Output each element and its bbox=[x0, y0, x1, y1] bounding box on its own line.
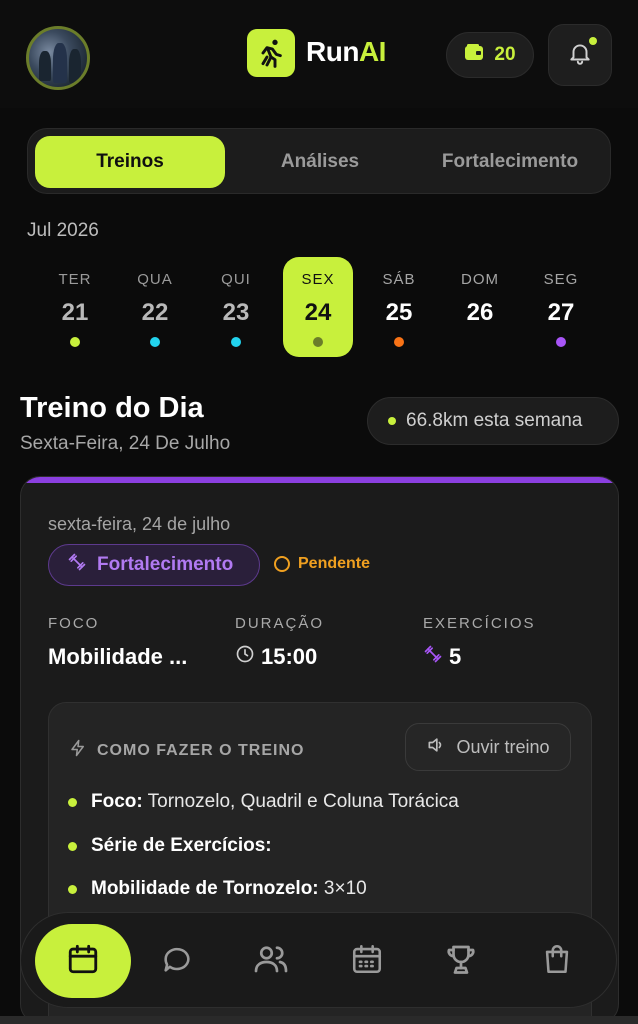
stat-exercises: EXERCÍCIOS 5 bbox=[423, 615, 536, 670]
bottom-navigation bbox=[20, 912, 617, 1008]
main-tabs: Treinos Análises Fortalecimento bbox=[27, 128, 611, 194]
day-number: 27 bbox=[547, 299, 575, 326]
nav-shop[interactable] bbox=[519, 913, 595, 1009]
day-name: SEG bbox=[543, 271, 579, 288]
avatar[interactable] bbox=[26, 26, 90, 90]
day-number: 22 bbox=[141, 299, 169, 326]
calendar-day-22[interactable]: QUA 22 bbox=[120, 257, 190, 357]
workout-date: sexta-feira, 24 de julho bbox=[48, 514, 231, 534]
wallet-icon bbox=[464, 43, 484, 67]
day-status-dot bbox=[313, 337, 323, 347]
list-item: Série de Exercícios: bbox=[68, 835, 272, 857]
calendar-day-24[interactable]: SEX 24 bbox=[283, 257, 353, 357]
stat-label: FOCO bbox=[48, 615, 100, 632]
notifications-button[interactable] bbox=[548, 24, 612, 86]
shopping-bag-icon bbox=[540, 942, 574, 981]
chat-icon bbox=[160, 942, 194, 981]
section-subtitle: Sexta-Feira, 24 De Julho bbox=[20, 433, 231, 454]
day-status-dot bbox=[394, 337, 404, 347]
calendar-day-23[interactable]: QUI 23 bbox=[201, 257, 271, 357]
category-badge: Fortalecimento bbox=[48, 544, 260, 586]
calendar-day-25[interactable]: SÁB 25 bbox=[364, 257, 434, 357]
stat-focus: FOCO Mobilidade ... bbox=[48, 615, 187, 670]
day-status-dot bbox=[556, 337, 566, 347]
nav-chat[interactable] bbox=[139, 913, 215, 1009]
wallet-count: 20 bbox=[494, 44, 516, 65]
day-number: 26 bbox=[466, 299, 494, 326]
listen-workout-button[interactable]: Ouvir treino bbox=[405, 723, 571, 771]
status-label: Pendente bbox=[298, 555, 371, 572]
list-item: Foco: Tornozelo, Quadril e Coluna Toráci… bbox=[68, 791, 459, 813]
lightning-icon bbox=[69, 739, 87, 762]
week-distance-text: 66.8km esta semana bbox=[406, 410, 583, 431]
day-number: 25 bbox=[385, 299, 413, 326]
tab-analises[interactable]: Análises bbox=[225, 136, 415, 188]
day-name: QUA bbox=[137, 271, 173, 288]
howto-title: COMO FAZER O TREINO bbox=[69, 739, 304, 762]
item-text: Tornozelo, Quadril e Coluna Torácica bbox=[142, 791, 459, 812]
stat-value: 15:00 bbox=[261, 644, 318, 669]
clock-icon bbox=[235, 644, 255, 670]
stat-duration: DURAÇÃO 15:00 bbox=[235, 615, 324, 670]
status-badge: Pendente bbox=[274, 555, 370, 573]
status-dot bbox=[388, 417, 396, 425]
day-name: QUI bbox=[221, 271, 251, 288]
users-icon bbox=[253, 941, 289, 982]
day-number: 24 bbox=[304, 299, 332, 326]
runner-logo-icon bbox=[247, 29, 295, 77]
notification-dot bbox=[589, 37, 597, 45]
speaker-icon bbox=[426, 735, 446, 760]
day-status-dot bbox=[70, 337, 80, 347]
day-name: TER bbox=[58, 271, 92, 288]
item-bold: Série de Exercícios: bbox=[91, 835, 272, 856]
bullet-dot bbox=[68, 841, 77, 851]
item-bold: Mobilidade de Tornozelo: bbox=[91, 878, 319, 899]
pending-circle-icon bbox=[274, 556, 290, 572]
calendar-day-21[interactable]: TER 21 bbox=[40, 257, 110, 357]
category-label: Fortalecimento bbox=[97, 554, 234, 575]
item-text: 3×10 bbox=[318, 878, 367, 899]
week-distance-badge: 66.8km esta semana bbox=[367, 397, 619, 445]
calendar-icon bbox=[66, 942, 100, 981]
wallet-button[interactable]: 20 bbox=[446, 32, 534, 78]
day-number: 21 bbox=[61, 299, 89, 326]
calendar-month: Jul 2026 bbox=[27, 220, 99, 241]
list-item: Mobilidade de Tornozelo: 3×10 bbox=[68, 878, 367, 900]
system-home-bar bbox=[0, 1016, 638, 1024]
schedule-icon bbox=[350, 942, 384, 981]
calendar-day-27[interactable]: SEG 27 bbox=[526, 257, 596, 357]
nav-schedule[interactable] bbox=[329, 913, 405, 1009]
trophy-icon bbox=[443, 941, 479, 982]
day-number: 23 bbox=[222, 299, 250, 326]
dumbbell-icon bbox=[423, 644, 443, 670]
day-status-dot bbox=[150, 337, 160, 347]
top-header: RunAI 20 bbox=[0, 0, 638, 108]
calendar-day-26[interactable]: DOM 26 bbox=[445, 257, 515, 357]
bell-icon bbox=[567, 40, 593, 71]
item-bold: Foco: bbox=[91, 791, 143, 812]
day-name: DOM bbox=[461, 271, 499, 288]
nav-community[interactable] bbox=[233, 913, 309, 1009]
section-title: Treino do Dia bbox=[20, 392, 204, 424]
day-name: SEX bbox=[301, 271, 335, 288]
day-name: SÁB bbox=[382, 271, 416, 288]
stat-value: Mobilidade ... bbox=[48, 644, 188, 669]
nav-achievements[interactable] bbox=[423, 913, 499, 1009]
stat-label: EXERCÍCIOS bbox=[423, 615, 536, 632]
card-accent-bar bbox=[21, 477, 618, 483]
bullet-dot bbox=[68, 884, 77, 894]
listen-label: Ouvir treino bbox=[456, 736, 550, 757]
tab-fortalecimento[interactable]: Fortalecimento bbox=[415, 136, 605, 188]
day-status-dot bbox=[231, 337, 241, 347]
app-logo-text: RunAI bbox=[306, 36, 386, 67]
stat-value: 5 bbox=[449, 644, 462, 669]
nav-calendar[interactable] bbox=[35, 924, 131, 998]
tab-treinos[interactable]: Treinos bbox=[35, 136, 225, 188]
dumbbell-icon bbox=[67, 552, 87, 578]
stat-label: DURAÇÃO bbox=[235, 615, 325, 632]
bullet-dot bbox=[68, 797, 77, 807]
